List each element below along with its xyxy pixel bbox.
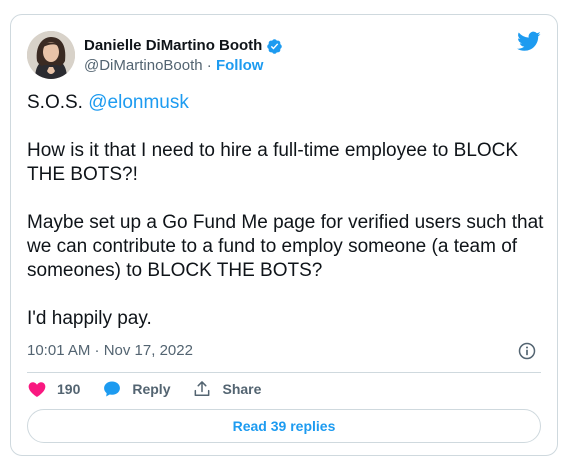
tweet-header: Danielle DiMartino Booth @DiMartinoBooth… bbox=[27, 27, 541, 79]
divider bbox=[27, 372, 541, 373]
share-arrow-icon bbox=[195, 381, 210, 396]
tweet-line-1-prefix: S.O.S. bbox=[27, 92, 89, 113]
reply-button[interactable]: Reply bbox=[102, 379, 170, 399]
tweet-paragraph-2: How is it that I need to hire a full-tim… bbox=[27, 140, 519, 185]
tweet-paragraph-4: I'd happily pay. bbox=[27, 308, 152, 329]
tweet-text: S.O.S. @elonmusk How is it that I need t… bbox=[27, 91, 547, 331]
author-display-name-row[interactable]: Danielle DiMartino Booth bbox=[84, 36, 283, 56]
tweet-timestamp[interactable]: 10:01 AM · Nov 17, 2022 bbox=[27, 342, 193, 359]
reply-label: Reply bbox=[132, 381, 171, 397]
tweet-actions: 190 Reply Share bbox=[27, 377, 283, 401]
heart-icon bbox=[28, 382, 46, 397]
follow-link[interactable]: Follow bbox=[216, 57, 264, 74]
author-names: Danielle DiMartino Booth @DiMartinoBooth… bbox=[84, 36, 283, 76]
tweet-line-1: S.O.S. @elonmusk bbox=[27, 91, 547, 115]
share-label: Share bbox=[222, 381, 262, 397]
speech-bubble-icon bbox=[104, 381, 121, 397]
avatar[interactable] bbox=[27, 31, 75, 79]
avatar-image bbox=[27, 31, 75, 79]
tweet-paragraph-3: Maybe set up a Go Fund Me page for verif… bbox=[27, 212, 544, 281]
share-button[interactable]: Share bbox=[192, 379, 261, 399]
author-display-name[interactable]: Danielle DiMartino Booth bbox=[84, 36, 262, 56]
handle-separator: · bbox=[206, 57, 212, 74]
tweet-meta: 10:01 AM · Nov 17, 2022 bbox=[27, 341, 541, 361]
read-replies-label: Read 39 replies bbox=[232, 418, 336, 434]
like-count: 190 bbox=[57, 381, 81, 397]
tweet-card: Danielle DiMartino Booth @DiMartinoBooth… bbox=[10, 14, 558, 456]
author-handle[interactable]: @DiMartinoBooth bbox=[84, 57, 203, 74]
twitter-bird-icon[interactable] bbox=[517, 29, 541, 53]
mention-link[interactable]: @elonmusk bbox=[88, 92, 189, 113]
author-handle-row: @DiMartinoBooth · Follow bbox=[84, 56, 283, 76]
info-icon[interactable] bbox=[517, 341, 537, 361]
like-button[interactable]: 190 bbox=[27, 379, 80, 399]
read-replies-button[interactable]: Read 39 replies bbox=[27, 409, 541, 443]
verified-badge-icon bbox=[267, 38, 283, 54]
